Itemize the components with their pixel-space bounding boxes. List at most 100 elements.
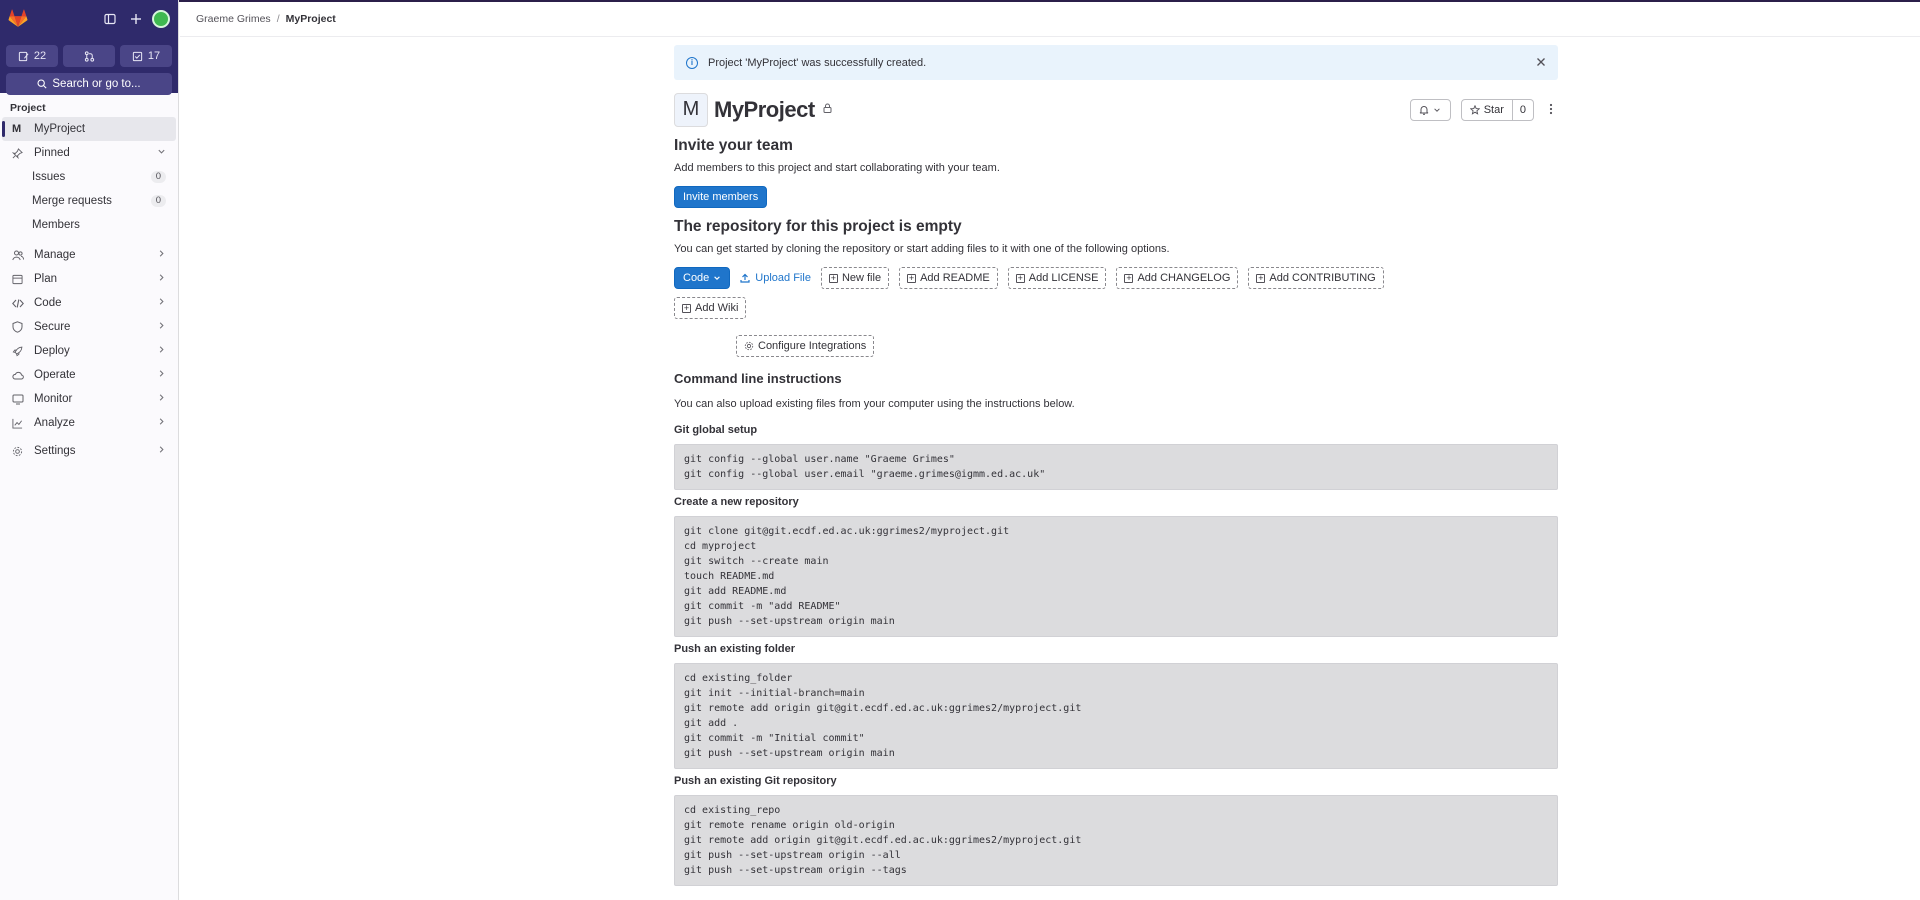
- sidebar: 22 17 Search or go to... Project M MyPro…: [0, 0, 179, 900]
- sidebar-item-label: Analyze: [34, 417, 75, 429]
- sidebar-item-project[interactable]: M MyProject: [2, 117, 176, 141]
- upload-file-button[interactable]: Upload File: [740, 267, 811, 289]
- chevron-right-icon: [157, 417, 166, 429]
- new-repo-title: Create a new repository: [674, 496, 799, 508]
- close-icon[interactable]: [1536, 55, 1546, 70]
- todo-counter-button[interactable]: 17: [120, 45, 172, 67]
- sidebar-item-label: Code: [34, 297, 62, 309]
- sidebar-item-issues[interactable]: Issues 0: [2, 165, 176, 189]
- code-button-label: Code: [683, 272, 710, 284]
- chevron-right-icon: [157, 369, 166, 381]
- cloud-icon: [12, 370, 26, 381]
- empty-repo-title: The repository for this project is empty: [674, 218, 962, 235]
- git-setup-title: Git global setup: [674, 424, 758, 436]
- user-avatar[interactable]: [152, 10, 170, 28]
- invite-title: Invite your team: [674, 137, 793, 154]
- alert-message: Project 'MyProject' was successfully cre…: [708, 56, 927, 69]
- sidebar-item-members[interactable]: Members: [2, 213, 176, 237]
- plan-icon: [12, 274, 26, 285]
- cli-description: You can also upload existing files from …: [674, 398, 1075, 410]
- add-wiki-button[interactable]: + Add Wiki: [674, 297, 747, 319]
- sidebar-item-label: Settings: [34, 445, 76, 457]
- new-file-button[interactable]: + New file: [820, 267, 890, 289]
- rocket-icon: [12, 346, 26, 357]
- sidebar-item-deploy[interactable]: Deploy: [2, 339, 176, 363]
- plus-square-icon: +: [1124, 272, 1134, 283]
- todo-count: 17: [147, 50, 161, 62]
- upload-file-label: Upload File: [755, 272, 811, 284]
- pin-icon: [12, 147, 26, 159]
- sidebar-item-plan[interactable]: Plan: [2, 267, 176, 291]
- sidebar-item-label: MyProject: [34, 123, 86, 135]
- chevron-right-icon: [157, 393, 166, 405]
- git-setup-code[interactable]: git config --global user.name "Graeme Gr…: [674, 444, 1558, 490]
- configure-integrations-button[interactable]: Configure Integrations: [736, 335, 875, 357]
- button-label: Configure Integrations: [758, 340, 867, 352]
- sidebar-item-label: Issues: [32, 171, 66, 183]
- sidebar-item-label: Plan: [34, 273, 58, 285]
- upload-icon: [740, 273, 750, 283]
- sidebar-toggle-icon[interactable]: [100, 9, 120, 29]
- sidebar-item-code[interactable]: Code: [2, 291, 176, 315]
- issues-icon: [18, 51, 29, 61]
- sidebar-item-merge-requests[interactable]: Merge requests 0: [2, 189, 176, 213]
- sidebar-item-monitor[interactable]: Monitor: [2, 387, 176, 411]
- star-label: Star: [1483, 103, 1504, 116]
- bell-icon: [1419, 105, 1429, 115]
- sidebar-item-settings[interactable]: Settings: [2, 439, 176, 463]
- merge-requests-counter-button[interactable]: [63, 45, 115, 67]
- issues-counter-button[interactable]: 22: [6, 45, 58, 67]
- monitor-icon: [12, 394, 26, 405]
- chevron-right-icon: [157, 321, 166, 333]
- add-license-button[interactable]: + Add LICENSE: [1007, 267, 1107, 289]
- sidebar-item-analyze[interactable]: Analyze: [2, 411, 176, 435]
- sidebar-item-manage[interactable]: Manage: [2, 243, 176, 267]
- merge-request-icon: [84, 50, 94, 62]
- breadcrumb-separator: /: [276, 13, 280, 25]
- more-actions-icon[interactable]: [1544, 102, 1558, 118]
- plus-square-icon: +: [682, 302, 691, 313]
- existing-folder-title: Push an existing folder: [674, 643, 796, 655]
- breadcrumb-item-project[interactable]: MyProject: [286, 13, 336, 25]
- star-button[interactable]: Star: [1460, 98, 1513, 121]
- sidebar-item-secure[interactable]: Secure: [2, 315, 176, 339]
- new-repo-code[interactable]: git clone git@git.ecdf.ed.ac.uk:ggrimes2…: [674, 516, 1558, 637]
- invite-members-button[interactable]: Invite members: [674, 186, 768, 208]
- sidebar-item-label: Secure: [34, 321, 71, 333]
- project-letter: M: [12, 123, 22, 135]
- sidebar-header: 22 17 Search or go to...: [0, 0, 178, 95]
- code-icon: [12, 298, 26, 309]
- star-count-button[interactable]: 0: [1512, 98, 1534, 121]
- sidebar-section-label: Project: [10, 102, 46, 114]
- chart-icon: [12, 418, 26, 429]
- notification-dropdown[interactable]: [1409, 98, 1451, 121]
- search-icon: [37, 79, 47, 89]
- breadcrumb-item-user[interactable]: Graeme Grimes: [196, 13, 271, 25]
- plus-square-icon: +: [907, 272, 917, 283]
- plus-icon[interactable]: [126, 9, 146, 29]
- add-readme-button[interactable]: + Add README: [899, 267, 998, 289]
- sidebar-item-pinned[interactable]: Pinned: [2, 141, 176, 165]
- sidebar-item-label: Merge requests: [32, 195, 112, 207]
- sidebar-item-operate[interactable]: Operate: [2, 363, 176, 387]
- existing-folder-code[interactable]: cd existing_folder git init --initial-br…: [674, 663, 1558, 769]
- existing-repo-code[interactable]: cd existing_repo git remote rename origi…: [674, 795, 1558, 886]
- page-title: MyProject: [714, 96, 815, 122]
- lock-icon: [823, 103, 832, 116]
- gitlab-logo-icon[interactable]: [8, 9, 28, 29]
- plus-square-icon: +: [1256, 272, 1266, 283]
- add-contributing-button[interactable]: + Add CONTRIBUTING: [1248, 267, 1384, 289]
- project-header: M MyProject Star 0: [674, 92, 1558, 127]
- code-dropdown-button[interactable]: Code: [674, 267, 731, 289]
- plus-square-icon: +: [1015, 272, 1025, 283]
- sidebar-item-label: Members: [32, 219, 80, 231]
- button-label: Add Wiki: [695, 302, 739, 314]
- button-label: Add CONTRIBUTING: [1269, 272, 1376, 284]
- shield-icon: [12, 321, 26, 333]
- sidebar-item-label: Manage: [34, 249, 76, 261]
- sidebar-item-label: Operate: [34, 369, 76, 381]
- existing-repo-title: Push an existing Git repository: [674, 775, 837, 787]
- add-changelog-button[interactable]: + Add CHANGELOG: [1116, 267, 1239, 289]
- sidebar-item-label: Pinned: [34, 147, 70, 159]
- search-button[interactable]: Search or go to...: [6, 73, 172, 95]
